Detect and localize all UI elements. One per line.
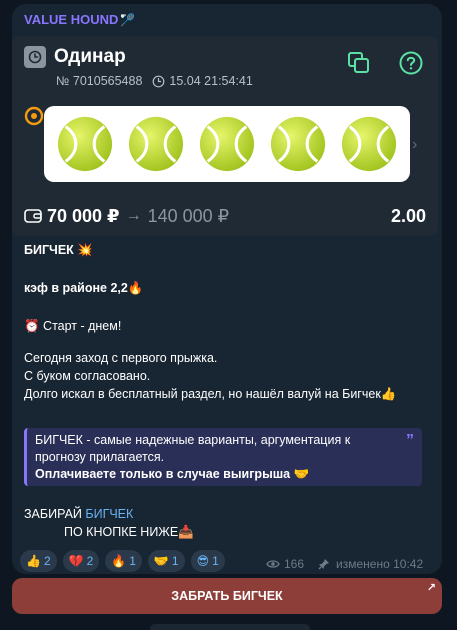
- channel-name-text: VALUE HOUND: [24, 12, 119, 27]
- ticket-number: № 7010565488: [56, 74, 143, 88]
- tennis-ball-icon: [58, 116, 113, 172]
- sport-emoji-panel: [44, 106, 410, 182]
- stake-amount: 70 000 ₽: [47, 205, 120, 226]
- post-cta-line: ЗАБИРАЙ БИГЧЕК: [24, 506, 133, 523]
- views-count: 166: [284, 557, 305, 571]
- quote-mark-icon: ”: [406, 432, 414, 449]
- arrow-right-icon: →: [125, 207, 142, 224]
- quote-bold-line: Оплачиваете только в случае выигрыша 🤝: [35, 467, 310, 481]
- wallet-icon: [24, 208, 42, 224]
- odds-value: 2.00: [390, 205, 426, 226]
- ticket-datetime: 15.04 21:54:41: [169, 74, 253, 88]
- payout-amount: 140 000 ₽: [147, 205, 230, 226]
- reaction-count: 1: [212, 554, 219, 568]
- post-line-odds: кэф в районе 2,2🔥: [24, 281, 144, 295]
- amount-row: 70 000 ₽ → 140 000 ₽ 2.00: [24, 204, 426, 228]
- reactions-bar: 👍 2 💔 2 🔥 1 🤝 1 😎 1: [20, 550, 231, 572]
- help-icon[interactable]: [398, 50, 424, 81]
- chevron-right-icon[interactable]: ›: [412, 136, 417, 154]
- reaction-count: 1: [171, 554, 179, 568]
- claim-button[interactable]: ЗАБРАТЬ БИГЧЕК ↗: [12, 578, 442, 614]
- edited-time: изменено 10:42: [336, 557, 424, 571]
- quote-block: БИГЧЕК - самые надежные варианты, аргуме…: [24, 428, 422, 486]
- clock-icon: [24, 46, 46, 68]
- scroll-handle[interactable]: [150, 624, 310, 630]
- bet-type: Одинар: [54, 46, 126, 67]
- reaction-fire[interactable]: 🔥 1: [105, 550, 142, 572]
- reaction-emoji: 😎: [196, 554, 210, 568]
- tennis-ball-icon: [199, 116, 255, 172]
- post-line-5: С буком согласовано.: [24, 369, 151, 383]
- post-line-title: БИГЧЕК 💥: [24, 243, 93, 257]
- time-icon: [152, 75, 165, 88]
- claim-button-label: ЗАБРАТЬ БИГЧЕК: [171, 589, 283, 603]
- tennis-ball-icon: [270, 116, 325, 172]
- reaction-count: 2: [43, 554, 51, 568]
- reaction-broken-heart[interactable]: 💔 2: [62, 550, 100, 572]
- reaction-count: 1: [129, 554, 136, 568]
- pin-icon: [318, 558, 330, 570]
- post-meta: 166 изменено 10:42: [266, 557, 423, 571]
- message-bubble: VALUE HOUND 🏸 Одинар № 7010565488 15.04 2…: [12, 4, 442, 574]
- tennis-ball-icon: [129, 116, 184, 172]
- channel-name-emoji: 🏸: [120, 13, 136, 27]
- tennis-ball-icon: [341, 116, 396, 172]
- post-line-4: Сегодня заход с первого прыжка.: [24, 351, 218, 365]
- quote-line-2: прогнозу прилагается.: [35, 450, 165, 464]
- promo-icon: [24, 106, 44, 131]
- channel-name[interactable]: VALUE HOUND 🏸: [24, 12, 135, 27]
- reaction-emoji: 👍: [26, 554, 41, 568]
- ticket-meta: № 7010565488 15.04 21:54:41: [56, 74, 253, 88]
- reaction-thumbs-up[interactable]: 👍 2: [20, 550, 57, 572]
- eye-icon: [266, 559, 280, 569]
- cta-link[interactable]: БИГЧЕК: [85, 507, 133, 521]
- reaction-handshake[interactable]: 🤝 1: [147, 550, 185, 572]
- quote-line-1: БИГЧЕК - самые надежные варианты, аргуме…: [35, 433, 351, 447]
- post-line-6: Долго искал в бесплатный раздел, но нашё…: [24, 387, 397, 401]
- reaction-emoji: 🔥: [111, 554, 127, 568]
- reaction-emoji: 💔: [68, 554, 84, 568]
- copy-icon[interactable]: [346, 50, 372, 81]
- reaction-count: 2: [86, 554, 94, 568]
- card-header: Одинар: [24, 44, 126, 70]
- reaction-sunglasses[interactable]: 😎 1: [190, 550, 225, 572]
- reaction-emoji: 🤝: [153, 554, 169, 568]
- cta-prefix: ЗАБИРАЙ: [24, 507, 86, 521]
- post-cta-line-2: ПО КНОПКЕ НИЖЕ📥: [64, 525, 194, 539]
- bet-card[interactable]: Одинар № 7010565488 15.04 21:54:41 › 70 …: [12, 36, 438, 236]
- post-line-start: ⏰ Старт - днем!: [24, 319, 122, 333]
- external-link-icon: ↗: [426, 582, 436, 594]
